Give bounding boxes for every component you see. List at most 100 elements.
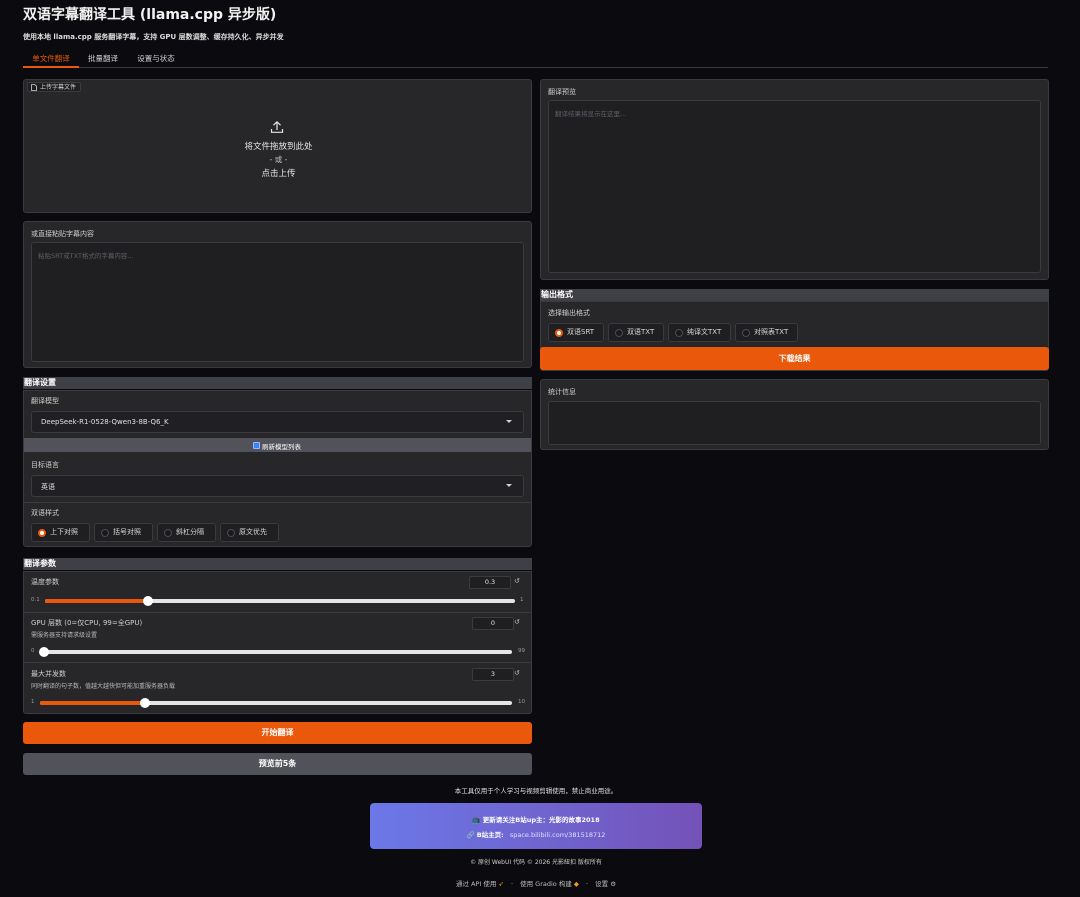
gradio-logo-icon: ◆ bbox=[571, 880, 579, 888]
style-radio-original-first[interactable]: 原文优先 bbox=[220, 523, 279, 542]
concurrency-hint: 同时翻译的句子数，值越大越快但可能加重服务器负载 bbox=[31, 683, 176, 690]
params-panel: 温度参数 0.3 ↺ 0.1 1 GPU 层数 (0=仅CPU, 99=全GPU… bbox=[23, 571, 532, 714]
translate-settings-panel: 翻译模型 DeepSeek-R1-0528-Qwen3-8B-Q6_K 刷新模型… bbox=[23, 390, 532, 547]
upload-drop-text: 将文件拖放到此处 bbox=[244, 142, 313, 152]
model-label: 翻译模型 bbox=[31, 397, 59, 405]
concurrency-slider-thumb[interactable] bbox=[139, 698, 150, 708]
paste-label: 或直接粘贴字幕内容 bbox=[31, 230, 94, 238]
gpu-layers-hint: 需服务器支持请求级设置 bbox=[31, 632, 98, 639]
gpu-layers-max: 99 bbox=[518, 648, 525, 654]
tab-bar: 单文件翻译 批量翻译 设置与状态 bbox=[23, 51, 1048, 68]
preview-first-5-button[interactable]: 预览前5条 bbox=[23, 753, 532, 775]
settings-link[interactable]: 设置 bbox=[595, 880, 608, 888]
gradio-footer: 通过 API 使用 ➶ · 使用 Gradio 构建 ◆ · 设置 ⚙ bbox=[0, 878, 1072, 888]
temperature-label: 温度参数 bbox=[31, 578, 59, 586]
concurrency-input[interactable]: 3 bbox=[472, 668, 514, 681]
params-header: 翻译参数 bbox=[23, 558, 532, 570]
format-label-2: 纯译文TXT bbox=[687, 328, 722, 336]
upload-icon bbox=[270, 120, 284, 133]
upload-click-text: 点击上传 bbox=[261, 169, 296, 179]
tab-settings[interactable]: 设置与状态 bbox=[130, 51, 182, 68]
target-language-value: 英语 bbox=[41, 483, 55, 491]
format-label-3: 对照表TXT bbox=[754, 328, 789, 336]
banner-follow-line: 📺 更新请关注B站up主：光影的故事2018 bbox=[370, 814, 702, 824]
model-dropdown[interactable]: DeepSeek-R1-0528-Qwen3-8B-Q6_K bbox=[31, 411, 524, 433]
temperature-input[interactable]: 0.3 bbox=[469, 576, 511, 589]
footer-sep: · bbox=[586, 880, 589, 888]
preview-textarea[interactable]: 翻译结果将显示在这里... bbox=[548, 100, 1041, 273]
format-label-1: 双语TXT bbox=[627, 328, 655, 336]
target-language-label: 目标语言 bbox=[31, 461, 59, 469]
upload-badge-label: 上传字幕文件 bbox=[40, 84, 77, 91]
bilibili-banner: 📺 更新请关注B站up主：光影的故事2018 🔗 B站主页: space.bil… bbox=[370, 803, 702, 849]
gpu-layers-min: 0 bbox=[31, 648, 35, 654]
paste-placeholder: 粘贴SRT或TXT格式的字幕内容... bbox=[38, 252, 134, 260]
translate-settings-header: 翻译设置 bbox=[23, 377, 532, 389]
radio-dot bbox=[675, 329, 683, 337]
stats-panel: 统计信息 bbox=[540, 379, 1049, 450]
format-label-0: 双语SRT bbox=[567, 328, 595, 336]
copyright: © 原创 WebUI 代码 © 2026 光影紐扣 版权所有 bbox=[470, 859, 602, 866]
gpu-layers-slider[interactable] bbox=[39, 647, 512, 657]
style-radio-brackets[interactable]: 括号对照 bbox=[94, 523, 153, 542]
style-radio-top-bottom[interactable]: 上下对照 bbox=[31, 523, 90, 542]
api-link[interactable]: 通过 API 使用 bbox=[456, 880, 496, 888]
tv-icon: 📺 bbox=[472, 816, 483, 824]
radio-dot bbox=[101, 529, 109, 537]
concurrency-min: 1 bbox=[31, 699, 35, 705]
temperature-max: 1 bbox=[520, 597, 524, 603]
temperature-slider[interactable] bbox=[45, 596, 515, 606]
usage-notice: 本工具仅用于个人学习与视频剪辑使用，禁止商业用途。 bbox=[454, 787, 618, 795]
upload-badge: 上传字幕文件 bbox=[27, 82, 82, 92]
radio-dot bbox=[227, 529, 235, 537]
temperature-min: 0.1 bbox=[31, 597, 40, 603]
refresh-label: 刷新模型列表 bbox=[262, 443, 301, 451]
banner-follow-text: 更新请关注B站up主：光影的故事2018 bbox=[482, 816, 600, 824]
gpu-layers-input[interactable]: 0 bbox=[472, 617, 514, 630]
banner-home-label: B站主页: bbox=[476, 831, 504, 839]
app-subtitle: 使用本地 llama.cpp 服务翻译字幕，支持 GPU 层数调整、缓存持久化、… bbox=[23, 33, 284, 41]
preview-label: 翻译预览 bbox=[548, 88, 576, 96]
style-label-1: 括号对照 bbox=[113, 528, 141, 536]
temperature-slider-thumb[interactable] bbox=[143, 596, 154, 606]
link-icon: 🔗 bbox=[466, 831, 477, 839]
concurrency-slider[interactable] bbox=[40, 698, 512, 708]
download-result-button[interactable]: 下载结果 bbox=[540, 347, 1049, 370]
upload-panel[interactable]: 上传字幕文件 将文件拖放到此处 - 或 - 点击上传 bbox=[23, 79, 532, 213]
tab-single-file[interactable]: 单文件翻译 bbox=[23, 51, 79, 68]
output-format-header: 输出格式 bbox=[540, 289, 1049, 301]
radio-dot bbox=[38, 529, 46, 537]
reset-icon[interactable]: ↺ bbox=[514, 669, 520, 677]
app-title: 双语字幕翻译工具 (llama.cpp 异步版) bbox=[23, 7, 277, 23]
format-radio-bilingual-srt[interactable]: 双语SRT bbox=[548, 323, 604, 342]
gradio-link[interactable]: 使用 Gradio 构建 bbox=[520, 880, 572, 888]
model-value: DeepSeek-R1-0528-Qwen3-8B-Q6_K bbox=[41, 418, 169, 426]
bilibili-link[interactable]: space.bilibili.com/381518712 bbox=[510, 831, 606, 839]
gpu-layers-label: GPU 层数 (0=仅CPU, 99=全GPU) bbox=[31, 619, 143, 627]
chevron-down-icon bbox=[506, 420, 512, 423]
format-radio-bilingual-txt[interactable]: 双语TXT bbox=[608, 323, 664, 342]
paste-textarea[interactable]: 粘贴SRT或TXT格式的字幕内容... bbox=[31, 242, 524, 362]
stats-textarea[interactable] bbox=[548, 401, 1041, 445]
radio-dot bbox=[742, 329, 750, 337]
radio-dot bbox=[615, 329, 623, 337]
format-radio-translation-txt[interactable]: 纯译文TXT bbox=[668, 323, 731, 342]
target-language-dropdown[interactable]: 英语 bbox=[31, 475, 524, 497]
format-radio-table-txt[interactable]: 对照表TXT bbox=[735, 323, 798, 342]
chevron-down-icon bbox=[506, 484, 512, 487]
concurrency-label: 最大并发数 bbox=[31, 670, 66, 678]
style-radio-slash[interactable]: 斜杠分隔 bbox=[157, 523, 216, 542]
upload-or-text: - 或 - bbox=[269, 155, 288, 164]
refresh-checkbox[interactable] bbox=[253, 442, 260, 449]
reset-icon[interactable]: ↺ bbox=[514, 577, 520, 585]
gpu-layers-slider-thumb[interactable] bbox=[39, 647, 49, 657]
reset-icon[interactable]: ↺ bbox=[514, 618, 520, 626]
bilingual-style-label: 双语样式 bbox=[31, 509, 59, 517]
tab-batch[interactable]: 批量翻译 bbox=[80, 51, 126, 68]
radio-dot bbox=[555, 329, 563, 337]
radio-dot bbox=[164, 529, 172, 537]
refresh-models-row[interactable]: 刷新模型列表 bbox=[24, 438, 531, 452]
footer-sep: · bbox=[510, 880, 514, 888]
preview-panel: 翻译预览 翻译结果将显示在这里... bbox=[540, 79, 1049, 280]
start-translation-button[interactable]: 开始翻译 bbox=[23, 722, 532, 744]
